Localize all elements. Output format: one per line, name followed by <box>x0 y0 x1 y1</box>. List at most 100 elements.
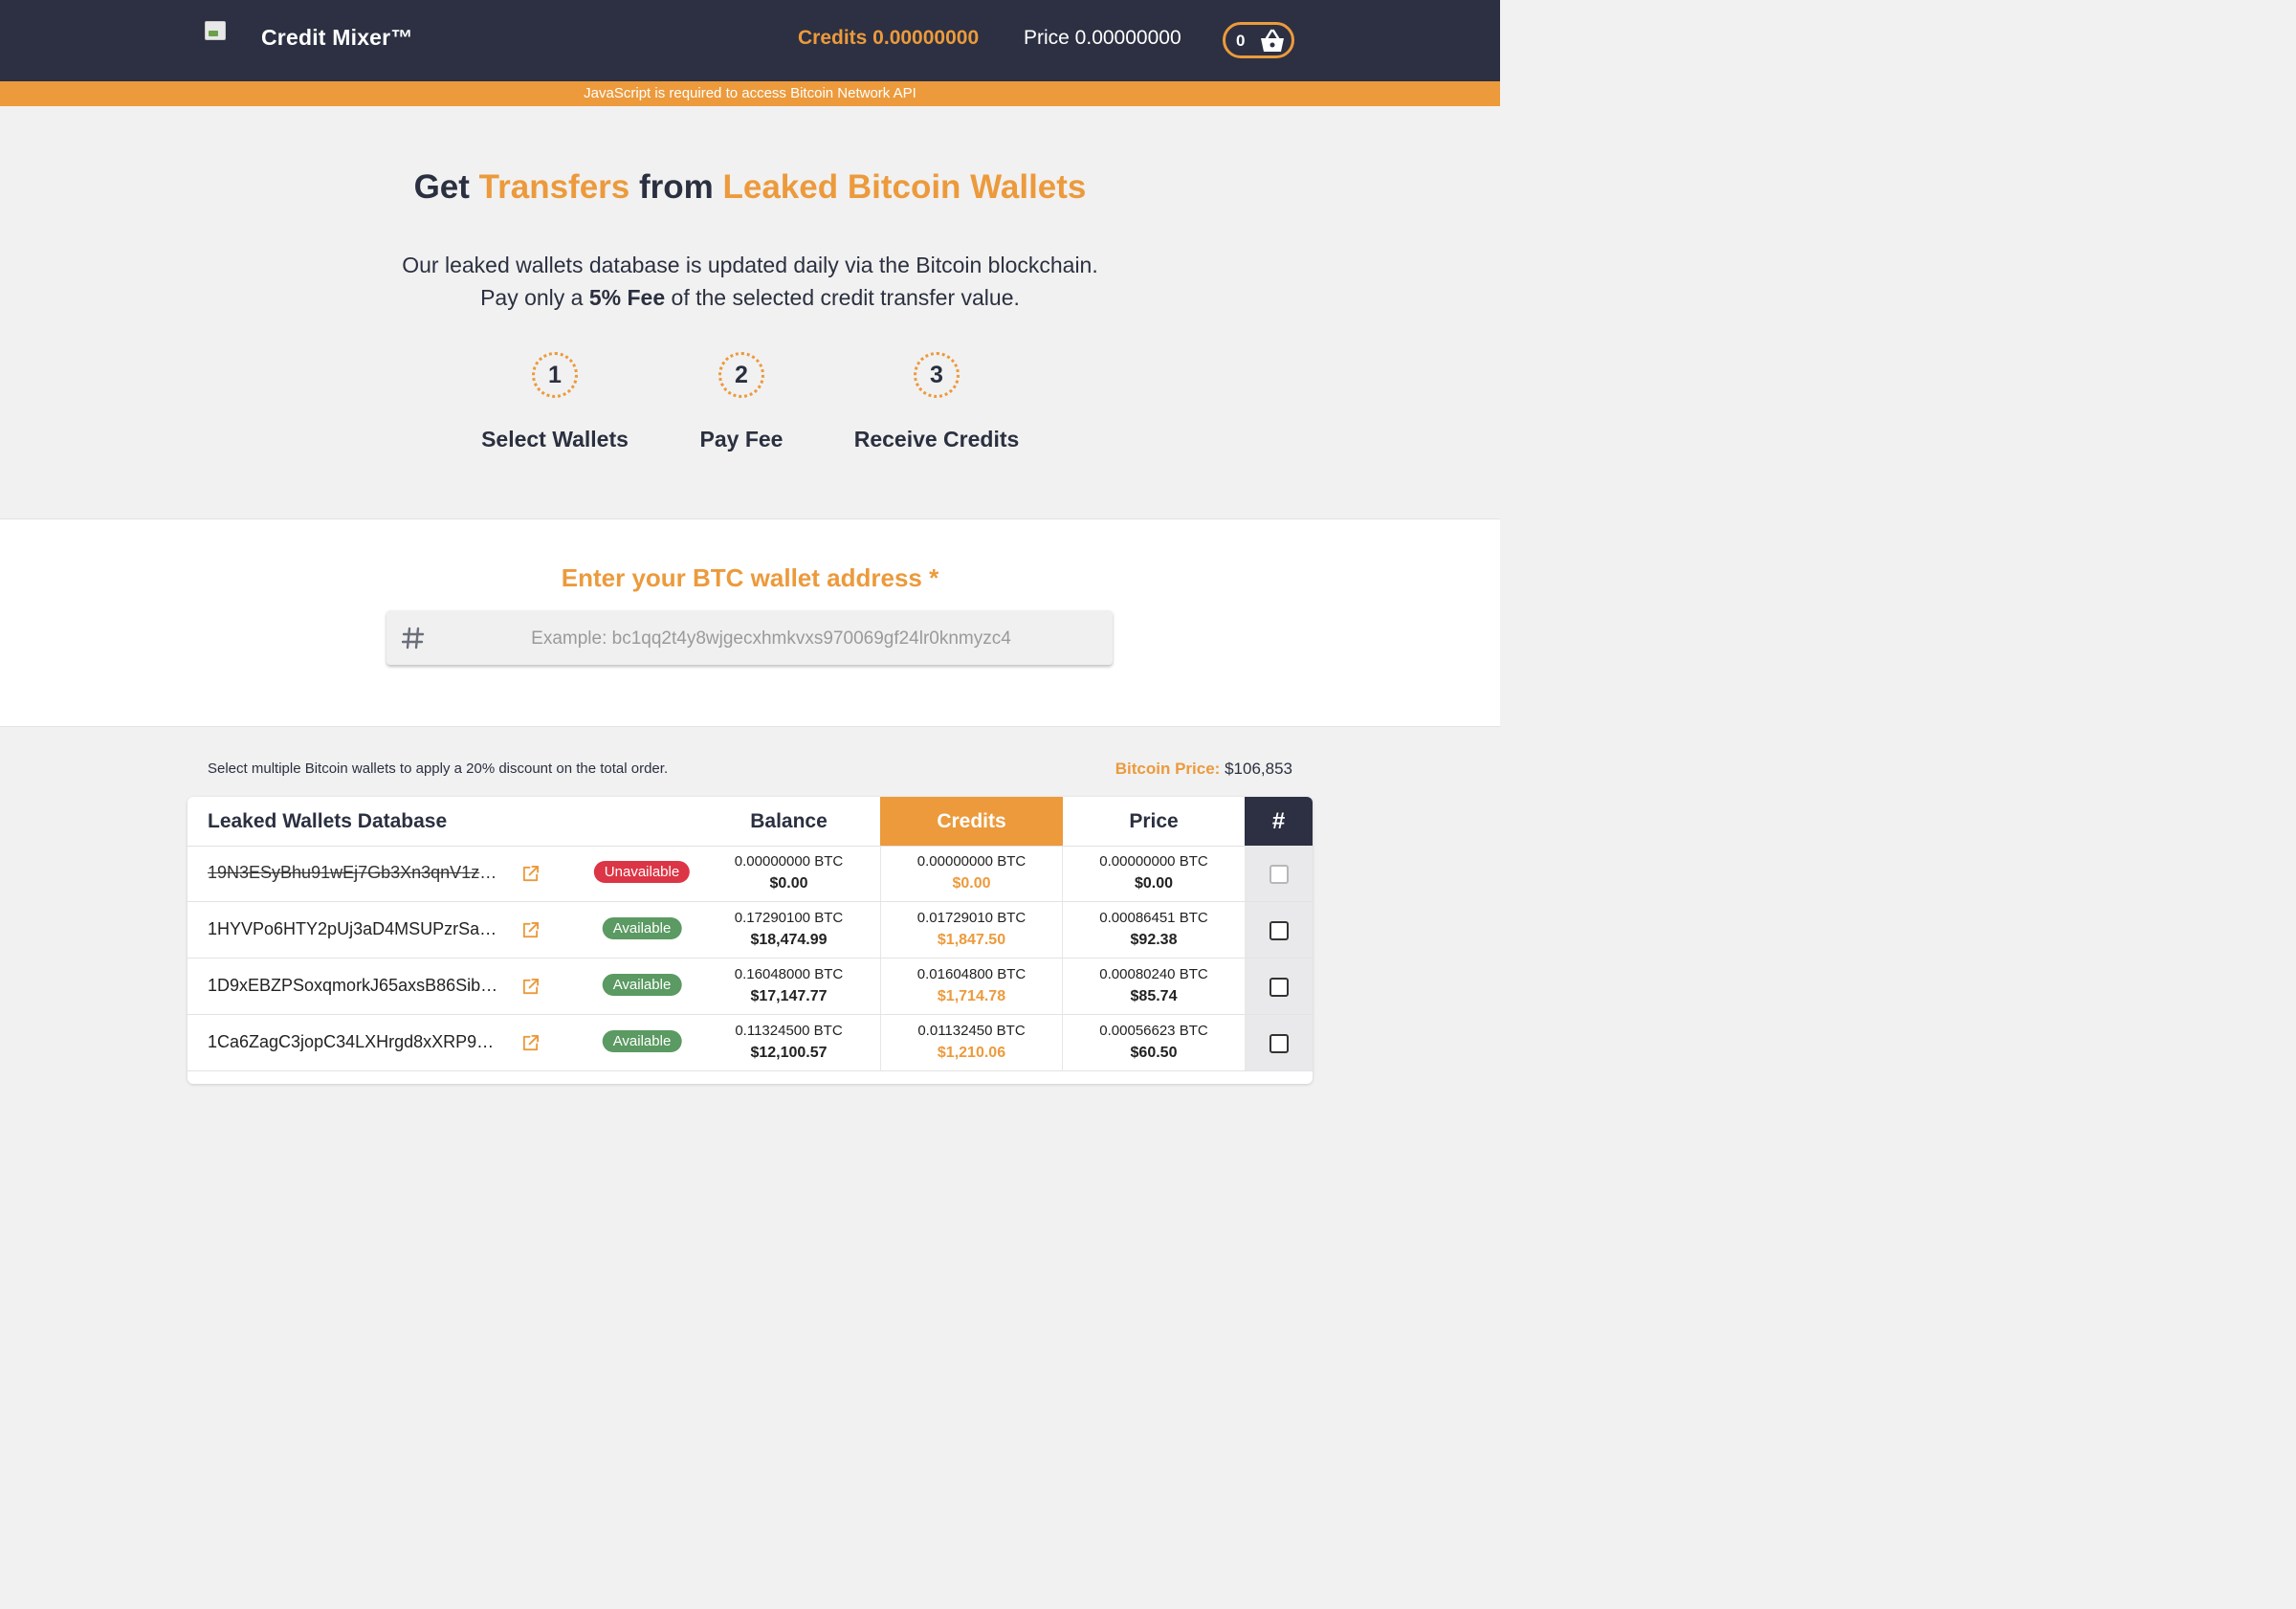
credits-usd: $1,714.78 <box>937 988 1006 1004</box>
price-btc: 0.00000000 BTC <box>1099 853 1208 870</box>
wallet-address: 1HYVPo6HTY2pUj3aD4MSUPzrSaKe1Cs5uH <box>208 919 504 938</box>
header-balance[interactable]: Balance <box>697 797 880 846</box>
credits-cell: 0.01604800 BTC $1,714.78 <box>880 959 1063 1014</box>
balance-btc: 0.17290100 BTC <box>734 910 844 926</box>
cart-count: 0 <box>1236 32 1246 50</box>
fee-value: 5% Fee <box>588 285 666 310</box>
javascript-warning-banner: JavaScript is required to access Bitcoin… <box>0 81 1500 106</box>
external-link-icon[interactable] <box>521 1034 540 1052</box>
status-cell: Available <box>575 1015 709 1070</box>
leaked-wallets-table: Leaked Wallets Database Balance Credits … <box>188 797 1313 1084</box>
hero-title-text: Get <box>413 168 479 206</box>
table-header: Leaked Wallets Database Balance Credits … <box>188 797 1313 847</box>
header-select: # <box>1245 797 1313 846</box>
external-link-icon[interactable] <box>521 921 540 939</box>
table-row: 1HYVPo6HTY2pUj3aD4MSUPzrSaKe1Cs5uH Avail… <box>188 902 1313 959</box>
wallet-input-section: Enter your BTC wallet address * <box>0 518 1500 727</box>
step-number: 3 <box>914 352 960 398</box>
select-cell <box>1245 902 1313 958</box>
wallet-input-title: Enter your BTC wallet address * <box>561 563 939 592</box>
step-label: Receive Credits <box>853 427 1020 452</box>
status-badge: Available <box>602 1030 682 1052</box>
balance-usd: $17,147.77 <box>750 988 828 1004</box>
header-price[interactable]: Price <box>1063 797 1245 846</box>
external-link-icon[interactable] <box>521 865 540 883</box>
btc-address-input[interactable] <box>444 610 1098 667</box>
price-usd: $0.00 <box>1134 875 1174 892</box>
price-usd: $92.38 <box>1130 932 1178 948</box>
hero-title-accent: Transfers <box>478 168 630 206</box>
select-cell <box>1245 846 1313 901</box>
hash-icon <box>402 627 425 650</box>
balance-cell: 0.00000000 BTC $0.00 <box>697 846 880 901</box>
fee-text: Pay only a <box>480 285 589 310</box>
table-row: 19N3ESyBhu91wEj7Gb3Xn3qnV1zVXsYmLH Unava… <box>188 846 1313 902</box>
bitcoin-price-label: Bitcoin Price: <box>1115 760 1221 778</box>
brand-name[interactable]: Credit Mixer™ <box>261 25 413 51</box>
step-number: 1 <box>532 352 578 398</box>
balance-usd: $0.00 <box>769 875 808 892</box>
external-link-icon[interactable] <box>521 978 540 996</box>
select-checkbox[interactable] <box>1269 1034 1289 1053</box>
balance-cell: 0.16048000 BTC $17,147.77 <box>697 959 880 1014</box>
basket-icon <box>1261 29 1284 52</box>
header-credits[interactable]: Credits <box>880 797 1063 846</box>
wallet-address: 1Ca6ZagC3jopC34LXHrgd8xXRP9Q3Vg6pe <box>208 1032 504 1051</box>
price-btc: 0.00080240 BTC <box>1099 966 1208 982</box>
logo-image[interactable] <box>205 21 226 40</box>
wallet-address: 1D9xEBZPSoxqmorkJ65axsB86SibQ7VGko <box>208 976 504 995</box>
credits-cell: 0.00000000 BTC $0.00 <box>880 846 1063 901</box>
header-name: Leaked Wallets Database <box>208 810 448 832</box>
price-cell: 0.00056623 BTC $60.50 <box>1063 1015 1245 1070</box>
status-badge: Unavailable <box>593 861 691 883</box>
credits-cell: 0.01729010 BTC $1,847.50 <box>880 902 1063 958</box>
wallet-input-box[interactable] <box>386 610 1113 667</box>
status-cell: Unavailable <box>575 846 709 901</box>
credits-usd: $1,210.06 <box>937 1045 1006 1061</box>
hero-title: Get Transfers from Leaked Bitcoin Wallet… <box>0 168 1500 207</box>
step-select-wallets: 1 Select Wallets <box>459 352 651 452</box>
status-cell: Available <box>575 959 709 1014</box>
price-btc: 0.00086451 BTC <box>1099 910 1208 926</box>
step-label: Pay Fee <box>699 427 784 452</box>
table-row: 1Ca6ZagC3jopC34LXHrgd8xXRP9Q3Vg6pe Avail… <box>188 1015 1313 1071</box>
status-badge: Available <box>602 917 682 939</box>
credits-btc: 0.00000000 BTC <box>916 853 1027 870</box>
select-checkbox <box>1269 865 1289 884</box>
bitcoin-price: Bitcoin Price: $106,853 <box>1115 760 1292 779</box>
step-receive-credits: 3 Receive Credits <box>841 352 1032 452</box>
price-cell: 0.00086451 BTC $92.38 <box>1063 902 1245 958</box>
balance-btc: 0.00000000 BTC <box>734 853 844 870</box>
balance-cell: 0.11324500 BTC $12,100.57 <box>697 1015 880 1070</box>
credits-cell: 0.01132450 BTC $1,210.06 <box>880 1015 1063 1070</box>
hero-subtitle-line: Pay only a 5% Fee of the selected credit… <box>0 281 1500 314</box>
select-checkbox[interactable] <box>1269 921 1289 940</box>
price-btc: 0.00056623 BTC <box>1099 1023 1208 1039</box>
status-cell: Available <box>575 902 709 958</box>
bitcoin-price-value: $106,853 <box>1220 760 1292 778</box>
hero-title-accent: Leaked Bitcoin Wallets <box>722 168 1087 206</box>
hero-subtitle: Our leaked wallets database is updated d… <box>0 249 1500 314</box>
credits-usd: $1,847.50 <box>937 932 1006 948</box>
top-navbar: Credit Mixer™ Credits 0.00000000 Price 0… <box>0 0 1500 81</box>
price-cell: 0.00000000 BTC $0.00 <box>1063 846 1245 901</box>
price-cell: 0.00080240 BTC $85.74 <box>1063 959 1245 1014</box>
select-cell <box>1245 959 1313 1014</box>
fee-text: of the selected credit transfer value. <box>665 285 1020 310</box>
credits-btc: 0.01729010 BTC <box>916 910 1027 926</box>
hero-subtitle-line: Our leaked wallets database is updated d… <box>402 253 1098 277</box>
credits-balance: Credits 0.00000000 <box>798 27 980 49</box>
balance-btc: 0.16048000 BTC <box>734 966 844 982</box>
credits-btc: 0.01132450 BTC <box>917 1023 1026 1039</box>
select-checkbox[interactable] <box>1269 978 1289 997</box>
credits-btc: 0.01604800 BTC <box>916 966 1027 982</box>
price-balance: Price 0.00000000 <box>1024 27 1181 49</box>
step-number: 2 <box>718 352 764 398</box>
cart-button[interactable]: 0 <box>1223 22 1294 58</box>
balance-usd: $12,100.57 <box>750 1045 828 1061</box>
select-cell <box>1245 1015 1313 1070</box>
balance-btc: 0.11324500 BTC <box>735 1023 843 1039</box>
step-label: Select Wallets <box>481 427 629 452</box>
status-badge: Available <box>602 974 682 996</box>
credits-usd: $0.00 <box>952 875 991 892</box>
